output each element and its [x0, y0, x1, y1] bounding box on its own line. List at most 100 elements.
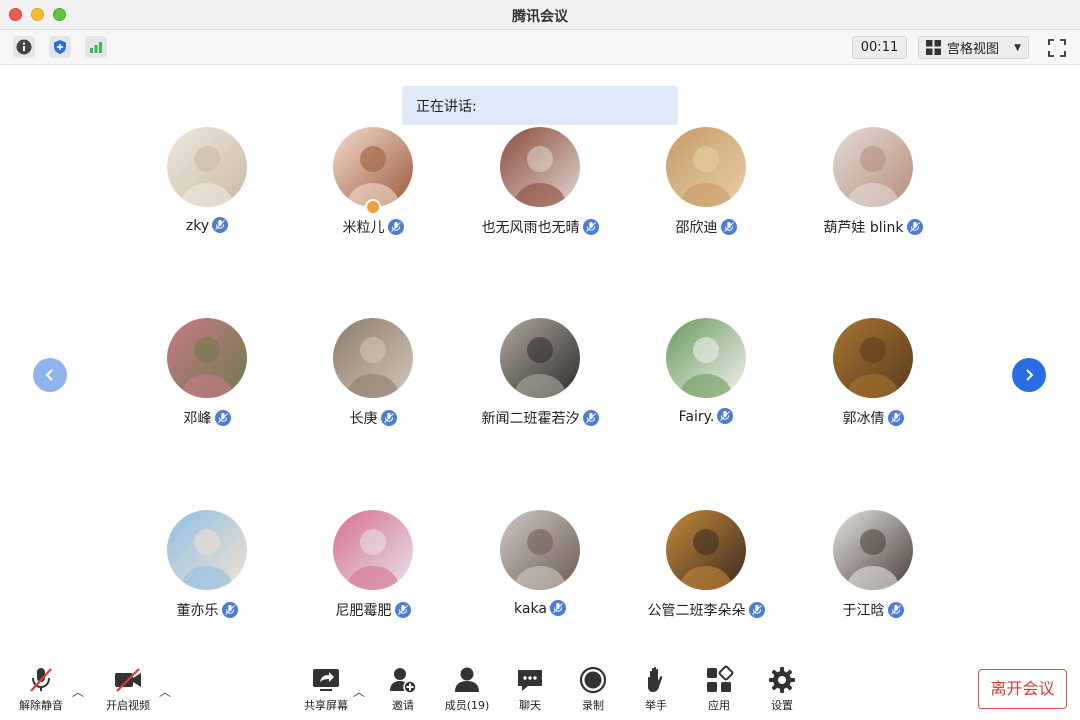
microphone-status-icon	[887, 602, 904, 618]
participant-card[interactable]: 董亦乐	[127, 510, 287, 630]
chat-button[interactable]: 聊天	[500, 665, 560, 713]
start-video-label: 开启视频	[106, 699, 150, 712]
avatar	[666, 510, 746, 590]
start-video-button[interactable]: 开启视频	[98, 665, 158, 713]
invite-user-icon	[390, 668, 417, 694]
participant-card[interactable]: 米粒儿	[293, 127, 453, 247]
participant-name: 尼肥霉肥	[335, 603, 392, 619]
participant-card[interactable]: 邓峰	[127, 318, 287, 438]
fullscreen-button[interactable]	[1046, 37, 1068, 59]
participant-name: 公管二班李朵朵	[647, 603, 746, 619]
participant-name-row: 长庚	[293, 408, 453, 428]
participant-card[interactable]: 长庚	[293, 318, 453, 438]
avatar	[167, 318, 247, 398]
microphone-status-icon	[582, 219, 599, 235]
signal-bars-icon	[90, 42, 102, 53]
participant-name: 新闻二班霍若汐	[481, 411, 580, 427]
video-options-chevron-icon[interactable]: ︿	[159, 683, 171, 700]
participant-name-row: 于江晗	[793, 600, 953, 620]
participant-card[interactable]: 郭冰倩	[793, 318, 953, 438]
host-badge-icon	[365, 199, 381, 215]
participant-card[interactable]: 公管二班李朵朵	[626, 510, 786, 630]
chevron-right-icon	[1026, 369, 1034, 381]
meeting-info-button[interactable]	[13, 36, 35, 58]
microphone-status-icon	[906, 219, 923, 235]
participant-name: 米粒儿	[342, 220, 385, 236]
participant-name-row: 米粒儿	[293, 217, 453, 237]
members-button[interactable]: 成员(19)	[437, 665, 497, 713]
participant-name: 于江晗	[842, 603, 885, 619]
active-speaker-banner: 正在讲话:	[402, 86, 678, 125]
microphone-status-icon	[221, 602, 238, 618]
avatar	[833, 127, 913, 207]
participant-name: 长庚	[349, 411, 378, 427]
title-bar: 腾讯会议	[0, 0, 1080, 30]
invite-button[interactable]: 邀请	[373, 665, 433, 713]
participant-name-row: 公管二班李朵朵	[626, 600, 786, 620]
info-icon	[16, 39, 32, 55]
participant-name-row: 新闻二班霍若汐	[460, 408, 620, 428]
microphone-status-icon	[748, 602, 765, 618]
avatar	[167, 510, 247, 590]
participant-card[interactable]: Fairy.	[626, 318, 786, 438]
participant-card[interactable]: 于江晗	[793, 510, 953, 630]
share-screen-icon	[313, 669, 339, 691]
leave-meeting-button[interactable]: 离开会议	[978, 669, 1067, 709]
chat-icon	[518, 670, 542, 691]
raise-hand-button[interactable]: 举手	[626, 665, 686, 713]
settings-button[interactable]: 设置	[752, 665, 812, 713]
participant-card[interactable]: 葫芦娃 blink	[793, 127, 953, 247]
participant-name-row: 邵欣迪	[626, 217, 786, 237]
settings-label: 设置	[771, 699, 793, 712]
microphone-status-icon	[887, 410, 904, 426]
apps-button[interactable]: 应用	[689, 665, 749, 713]
participant-name: Fairy.	[678, 409, 715, 425]
unmute-label: 解除静音	[19, 699, 63, 712]
network-status-button[interactable]	[85, 36, 107, 58]
participant-card[interactable]: 尼肥霉肥	[293, 510, 453, 630]
previous-page-button[interactable]	[33, 358, 67, 392]
share-options-chevron-icon[interactable]: ︿	[353, 683, 365, 700]
next-page-button[interactable]	[1012, 358, 1046, 392]
microphone-status-icon	[717, 408, 734, 424]
participant-card[interactable]: 也无风雨也无晴	[460, 127, 620, 247]
microphone-status-icon	[214, 410, 231, 426]
microphone-status-icon	[387, 219, 404, 235]
avatar	[500, 318, 580, 398]
participant-card[interactable]: 新闻二班霍若汐	[460, 318, 620, 438]
avatar	[333, 127, 413, 207]
participant-name-row: 邓峰	[127, 408, 287, 428]
avatar	[666, 127, 746, 207]
participant-name: 邵欣迪	[675, 220, 718, 236]
view-mode-label: 宫格视图	[947, 42, 1000, 57]
share-screen-button[interactable]: 共享屏幕	[296, 665, 356, 713]
participant-name-row: zky	[127, 217, 287, 234]
security-button[interactable]	[49, 36, 71, 58]
chevron-down-icon: ▼	[1014, 42, 1021, 53]
participant-card[interactable]: 邵欣迪	[626, 127, 786, 247]
unmute-button[interactable]: 解除静音	[11, 665, 71, 713]
bottom-control-bar: 解除静音 ︿ 开启视频 ︿ 共享屏幕 ︿ 邀请 成员(19) 聊天 录制 举手 …	[0, 655, 1080, 720]
record-icon	[579, 666, 607, 694]
participant-card[interactable]: kaka	[460, 510, 620, 630]
members-label: 成员(19)	[444, 699, 490, 712]
participant-name: 郭冰倩	[842, 411, 885, 427]
share-screen-label: 共享屏幕	[304, 699, 348, 712]
participant-name-row: kaka	[460, 600, 620, 617]
record-button[interactable]: 录制	[563, 665, 623, 713]
meeting-timer: 00:11	[852, 36, 907, 59]
microphone-status-icon	[549, 600, 566, 616]
microphone-status-icon	[380, 410, 397, 426]
avatar	[666, 318, 746, 398]
view-mode-select[interactable]: 宫格视图 ▼	[918, 36, 1029, 59]
microphone-status-icon	[212, 217, 229, 233]
participant-name: 董亦乐	[176, 603, 219, 619]
audio-options-chevron-icon[interactable]: ︿	[72, 683, 84, 700]
fullscreen-icon	[1048, 39, 1066, 57]
camera-off-icon	[115, 668, 141, 692]
microphone-status-icon	[394, 602, 411, 618]
avatar	[500, 127, 580, 207]
avatar	[500, 510, 580, 590]
gear-icon	[769, 667, 795, 693]
participant-card[interactable]: zky	[127, 127, 287, 247]
